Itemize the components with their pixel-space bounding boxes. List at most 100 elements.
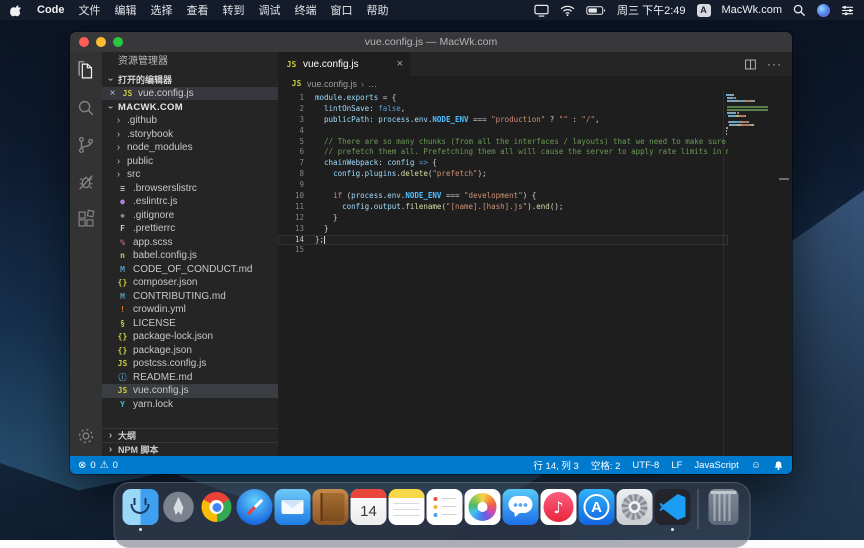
window-title-bar[interactable]: vue.config.js — MacWk.com (70, 32, 792, 52)
split-editor-icon[interactable] (744, 58, 757, 71)
close-window-button[interactable] (79, 37, 89, 47)
tree-row[interactable]: JS vue.config.js (102, 384, 278, 398)
tab-close-icon[interactable]: × (397, 58, 403, 70)
battery-icon[interactable] (586, 5, 606, 16)
search-icon[interactable] (74, 96, 98, 120)
project-section-header[interactable]: › MACWK.COM (102, 100, 278, 114)
settings-gear-icon[interactable] (74, 424, 98, 448)
extensions-icon[interactable] (74, 207, 98, 231)
menu-item[interactable]: 窗口 (331, 2, 353, 18)
menu-bar-brand[interactable]: MacWk.com (722, 4, 783, 16)
notifications-bell-icon[interactable] (773, 460, 784, 471)
npm-scripts-section-header[interactable]: › NPM 脚本 (102, 442, 278, 456)
menu-item[interactable]: 转到 (223, 2, 245, 18)
tree-row[interactable]: ›node_modules (102, 141, 278, 155)
menu-app-name[interactable]: Code (37, 4, 65, 16)
encoding-status[interactable]: UTF-8 (632, 460, 659, 471)
system-preferences-dock-icon[interactable] (617, 489, 653, 525)
tab-vue-config-js[interactable]: JS vue.config.js × (278, 52, 410, 76)
minimap-line (726, 109, 772, 111)
minimap[interactable] (723, 91, 774, 456)
messages-dock-icon[interactable] (503, 489, 539, 525)
file-type-icon: ◈ (116, 211, 129, 220)
file-name: node_modules (127, 142, 193, 153)
open-editor-item[interactable]: × JS vue.config.js (102, 87, 278, 100)
menu-item[interactable]: 终端 (295, 2, 317, 18)
eol-status[interactable]: LF (671, 460, 682, 471)
tree-row[interactable]: !crowdin.yml (102, 303, 278, 317)
more-actions-icon[interactable]: ··· (767, 57, 782, 71)
open-editors-section-header[interactable]: › 打开的编辑器 (102, 72, 278, 87)
tree-row[interactable]: ›.storybook (102, 128, 278, 142)
menu-item[interactable]: 文件 (79, 2, 101, 18)
tree-row[interactable]: MCODE_OF_CONDUCT.md (102, 263, 278, 277)
wifi-icon[interactable] (560, 5, 575, 16)
tree-row[interactable]: ›.github (102, 114, 278, 128)
tree-row[interactable]: ⓘREADME.md (102, 371, 278, 385)
breadcrumb[interactable]: JS vue.config.js › … (278, 76, 792, 91)
file-type-icon: M (116, 265, 129, 274)
cursor-position-status[interactable]: 行 14, 列 3 (533, 458, 578, 472)
apple-menu-icon[interactable] (10, 3, 23, 17)
menu-item[interactable]: 选择 (151, 2, 173, 18)
control-center-icon[interactable] (841, 5, 854, 16)
file-type-icon: ● (116, 197, 129, 206)
tree-row[interactable]: MCONTRIBUTING.md (102, 290, 278, 304)
calendar-dock-icon[interactable]: 14 (351, 489, 387, 525)
source-control-icon[interactable] (74, 133, 98, 157)
vscode-dock-icon[interactable] (655, 489, 691, 525)
tree-row[interactable]: {}package.json (102, 344, 278, 358)
tree-row[interactable]: {}composer.json (102, 276, 278, 290)
tree-row[interactable]: nbabel.config.js (102, 249, 278, 263)
close-icon[interactable]: × (108, 88, 117, 99)
music-dock-icon[interactable] (541, 489, 577, 525)
launchpad-dock-icon[interactable] (161, 489, 197, 525)
menu-item[interactable]: 编辑 (115, 2, 137, 18)
contacts-dock-icon[interactable] (313, 489, 349, 525)
language-mode-status[interactable]: JavaScript (694, 460, 738, 471)
menu-item[interactable]: 调试 (259, 2, 281, 18)
spotlight-icon[interactable] (793, 4, 806, 17)
file-type-icon: {} (116, 332, 129, 341)
outline-section-header[interactable]: › 大纲 (102, 428, 278, 442)
tree-row[interactable]: ›public (102, 155, 278, 169)
tree-row[interactable]: ›src (102, 168, 278, 182)
menu-item[interactable]: 帮助 (367, 2, 389, 18)
chrome-dock-icon[interactable] (199, 489, 235, 525)
tree-row[interactable]: Yyarn.lock (102, 398, 278, 412)
debug-icon[interactable] (74, 170, 98, 194)
running-indicator (671, 528, 674, 531)
siri-icon[interactable] (817, 4, 830, 17)
display-icon[interactable] (534, 4, 549, 17)
safari-dock-icon[interactable] (237, 489, 273, 525)
reminders-dock-icon[interactable] (427, 489, 463, 525)
minimize-window-button[interactable] (96, 37, 106, 47)
problems-status[interactable]: ⊗ 0 ⚠ 0 (78, 460, 118, 471)
code-editor[interactable]: 1module.exports = {2 lintOnSave: false,3… (278, 91, 792, 456)
menu-bar-clock[interactable]: 周三 下午2:49 (617, 2, 685, 18)
photos-dock-icon[interactable] (465, 489, 501, 525)
notes-dock-icon[interactable] (389, 489, 425, 525)
file-type-icon: Y (116, 400, 129, 409)
tree-row[interactable]: ≡.browserslistrc (102, 182, 278, 196)
maximize-window-button[interactable] (113, 37, 123, 47)
indentation-status[interactable]: 空格: 2 (591, 458, 621, 472)
minimap-line (726, 133, 772, 135)
tree-row[interactable]: JSpostcss.config.js (102, 357, 278, 371)
explorer-icon[interactable] (74, 59, 98, 83)
file-type-icon: JS (116, 386, 129, 395)
tree-row[interactable]: F.prettierrc (102, 222, 278, 236)
file-name: vue.config.js (133, 385, 189, 396)
tree-row[interactable]: %app.scss (102, 236, 278, 250)
input-method-badge[interactable]: A (697, 4, 711, 17)
finder-dock-icon[interactable] (123, 489, 159, 525)
feedback-smiley-icon[interactable]: ☺ (751, 460, 761, 471)
tree-row[interactable]: ●.eslintrc.js (102, 195, 278, 209)
tree-row[interactable]: §LICENSE (102, 317, 278, 331)
tree-row[interactable]: ◈.gitignore (102, 209, 278, 223)
app-store-dock-icon[interactable] (579, 489, 615, 525)
menu-item[interactable]: 查看 (187, 2, 209, 18)
mail-dock-icon[interactable] (275, 489, 311, 525)
trash-dock-icon[interactable] (709, 489, 739, 525)
tree-row[interactable]: {}package-lock.json (102, 330, 278, 344)
